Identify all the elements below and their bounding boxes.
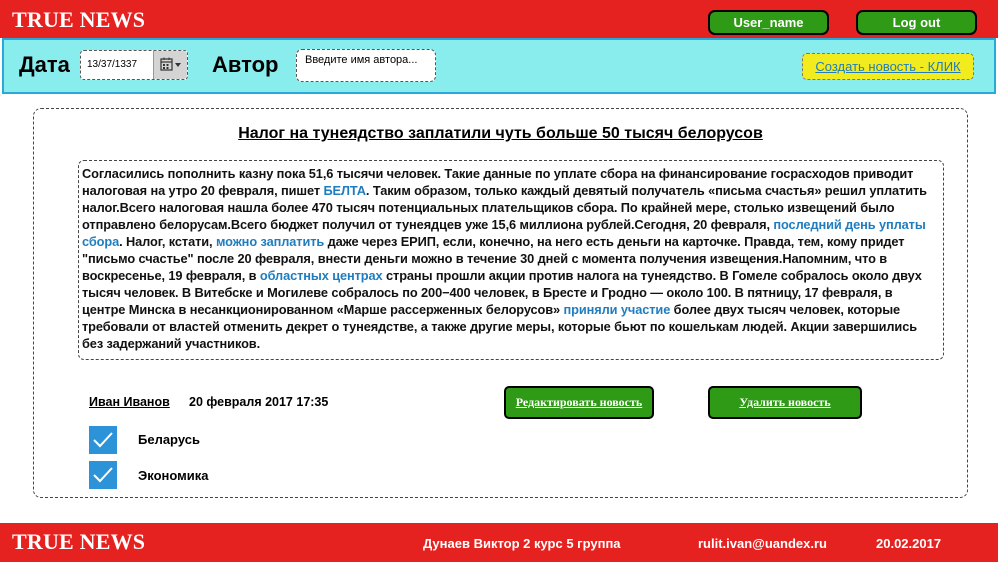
body-inline-link[interactable]: приняли участие: [564, 302, 671, 317]
tag-label-belarus: Беларусь: [138, 432, 200, 447]
footer-logo[interactable]: TRUE NEWS: [12, 529, 145, 555]
checkmark-icon: [93, 432, 113, 448]
date-picker-button[interactable]: [153, 51, 187, 79]
body-inline-link[interactable]: областных центрах: [260, 268, 383, 283]
calendar-icon: [160, 57, 181, 71]
user-name-button[interactable]: User_name: [708, 10, 829, 35]
logout-button[interactable]: Log out: [856, 10, 977, 35]
top-header: TRUE NEWS User_name Log out: [0, 0, 998, 38]
body-inline-link[interactable]: БЕЛТА: [323, 183, 366, 198]
news-date: 20 февраля 2017 17:35: [189, 395, 329, 409]
site-logo[interactable]: TRUE NEWS: [12, 7, 145, 33]
edit-news-button[interactable]: Редактировать новость: [504, 386, 654, 419]
checkmark-icon: [93, 467, 113, 483]
date-label: Дата: [19, 52, 70, 77]
footer-date: 20.02.2017: [876, 536, 942, 551]
news-card: Налог на тунеядство заплатили чуть больш…: [33, 108, 968, 498]
news-body: Согласились пополнить казну пока 51,6 ты…: [78, 160, 944, 360]
tag-checkbox-economy[interactable]: [89, 461, 117, 489]
delete-news-button[interactable]: Удалить новость: [708, 386, 862, 419]
filter-toolbar: Дата 13/37/1337 Автор Введите имя автора…: [2, 38, 996, 94]
body-inline-link[interactable]: можно заплатить: [216, 234, 324, 249]
date-field[interactable]: 13/37/1337: [80, 50, 188, 80]
news-author[interactable]: Иван Иванов: [89, 395, 170, 409]
body-text: . Налог, кстати,: [119, 234, 216, 249]
author-label: Автор: [212, 52, 279, 77]
news-title[interactable]: Налог на тунеядство заплатили чуть больш…: [34, 125, 967, 143]
author-search-input[interactable]: Введите имя автора...: [296, 49, 436, 82]
bottom-footer: TRUE NEWS Дунаев Виктор 2 курс 5 группа …: [0, 523, 998, 562]
tag-checkbox-belarus[interactable]: [89, 426, 117, 454]
date-value: 13/37/1337: [87, 59, 138, 70]
footer-email[interactable]: rulit.ivan@uandex.ru: [698, 536, 827, 551]
footer-student: Дунаев Виктор 2 курс 5 группа: [423, 536, 621, 551]
tag-label-economy: Экономика: [138, 468, 209, 483]
create-news-link[interactable]: Создать новость - КЛИК: [802, 53, 974, 80]
